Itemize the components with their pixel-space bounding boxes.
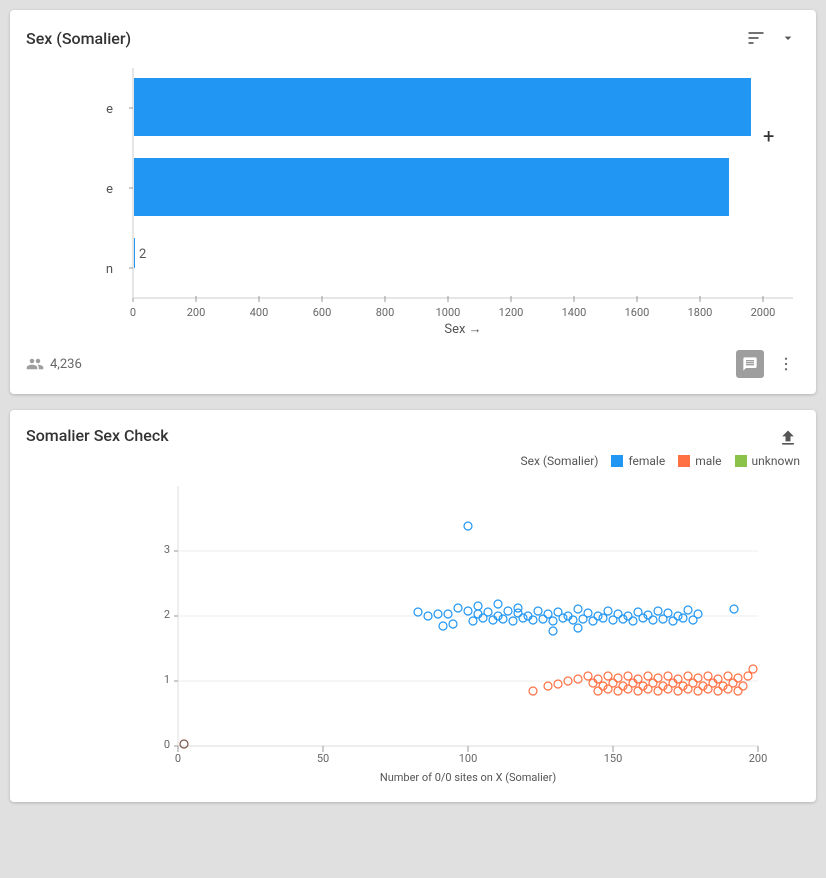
bar-unknown	[134, 238, 135, 268]
legend-female-label: female	[628, 454, 665, 468]
bar-chart-header: Sex (Somalier)	[26, 26, 800, 50]
bar-chart-footer: 4,236	[26, 346, 800, 378]
bar-chart-svg: female male unknown 0 200 400 600 800 10…	[106, 58, 800, 338]
svg-text:2000: 2000	[751, 306, 776, 319]
svg-text:200: 200	[187, 306, 206, 319]
scatter-inner: 0 1 2 3 0 50 100 150	[96, 476, 800, 786]
sort-icon[interactable]	[744, 26, 768, 50]
y-axis-label-container: Scaled mean depth on X (Somalie	[26, 476, 46, 786]
svg-text:150: 150	[604, 752, 623, 765]
legend-female-icon	[610, 454, 624, 468]
svg-text:1400: 1400	[562, 306, 587, 319]
svg-text:1: 1	[164, 673, 170, 686]
bar-female	[134, 78, 751, 136]
svg-text:2: 2	[164, 608, 170, 621]
plus-icon: +	[763, 124, 774, 148]
upload-button[interactable]	[776, 426, 800, 450]
legend-male-label: male	[695, 454, 721, 468]
bar-unknown-value: 2	[139, 247, 146, 262]
svg-text:200: 200	[749, 752, 768, 765]
svg-text:1200: 1200	[499, 306, 524, 319]
y-label-female: female	[106, 102, 113, 117]
svg-text:3: 3	[164, 543, 170, 556]
scatter-header: Somalier Sex Check	[26, 426, 800, 450]
upload-icon	[778, 428, 798, 448]
unknown-dots	[180, 740, 188, 748]
legend-series-label: Sex (Somalier)	[520, 454, 598, 468]
svg-text:1000: 1000	[436, 306, 461, 319]
legend-male-icon	[677, 454, 691, 468]
bar-chart-card: Sex (Somalier) female male unknown	[10, 10, 816, 394]
more-vert-icon	[777, 355, 795, 373]
bar-male	[134, 158, 729, 216]
svg-text:1800: 1800	[688, 306, 713, 319]
svg-text:0: 0	[130, 306, 136, 319]
scatter-svg: 0 1 2 3 0 50 100 150	[96, 476, 800, 786]
scatter-chart-card: Somalier Sex Check Sex (Somalier) female…	[10, 410, 816, 802]
dropdown-icon[interactable]	[776, 26, 800, 50]
more-options-button[interactable]	[772, 350, 800, 378]
footer-actions	[736, 350, 800, 378]
y-label-unknown: unknown	[106, 262, 113, 277]
bar-chart-header-icons	[744, 26, 800, 50]
bar-female-value: 2156	[757, 102, 786, 117]
legend-male: male	[677, 454, 721, 468]
bar-chart-area: female male unknown 0 200 400 600 800 10…	[106, 58, 800, 338]
people-icon	[26, 355, 44, 373]
legend-unknown-label: unknown	[752, 454, 800, 468]
scatter-header-icons	[776, 426, 800, 450]
scatter-legend: Sex (Somalier) female male unknown	[26, 454, 800, 468]
male-dots	[529, 665, 757, 695]
svg-text:600: 600	[313, 306, 332, 319]
footer-total: 4,236	[26, 355, 82, 373]
annotation-icon	[742, 356, 758, 372]
svg-text:100: 100	[459, 752, 478, 765]
svg-text:50: 50	[317, 752, 329, 765]
female-dots	[414, 522, 738, 635]
x-axis-label: Sex →	[444, 322, 481, 337]
total-count: 4,236	[50, 357, 82, 372]
scatter-title: Somalier Sex Check	[26, 426, 169, 445]
svg-text:0: 0	[175, 752, 181, 765]
svg-text:1600: 1600	[625, 306, 650, 319]
legend-unknown: unknown	[734, 454, 800, 468]
legend-female: female	[610, 454, 665, 468]
add-annotation-button[interactable]	[736, 350, 764, 378]
svg-text:800: 800	[376, 306, 395, 319]
svg-text:400: 400	[250, 306, 269, 319]
bar-chart-title: Sex (Somalier)	[26, 29, 131, 48]
y-label-male: male	[106, 182, 113, 197]
legend-unknown-icon	[734, 454, 748, 468]
svg-text:0: 0	[164, 738, 170, 751]
scatter-plot-container: Scaled mean depth on X (Somalie 0 1 2 3	[26, 476, 800, 786]
x-axis-label-scatter: Number of 0/0 sites on X (Somalier)	[380, 771, 556, 784]
bar-male-value: 2078	[735, 183, 764, 198]
